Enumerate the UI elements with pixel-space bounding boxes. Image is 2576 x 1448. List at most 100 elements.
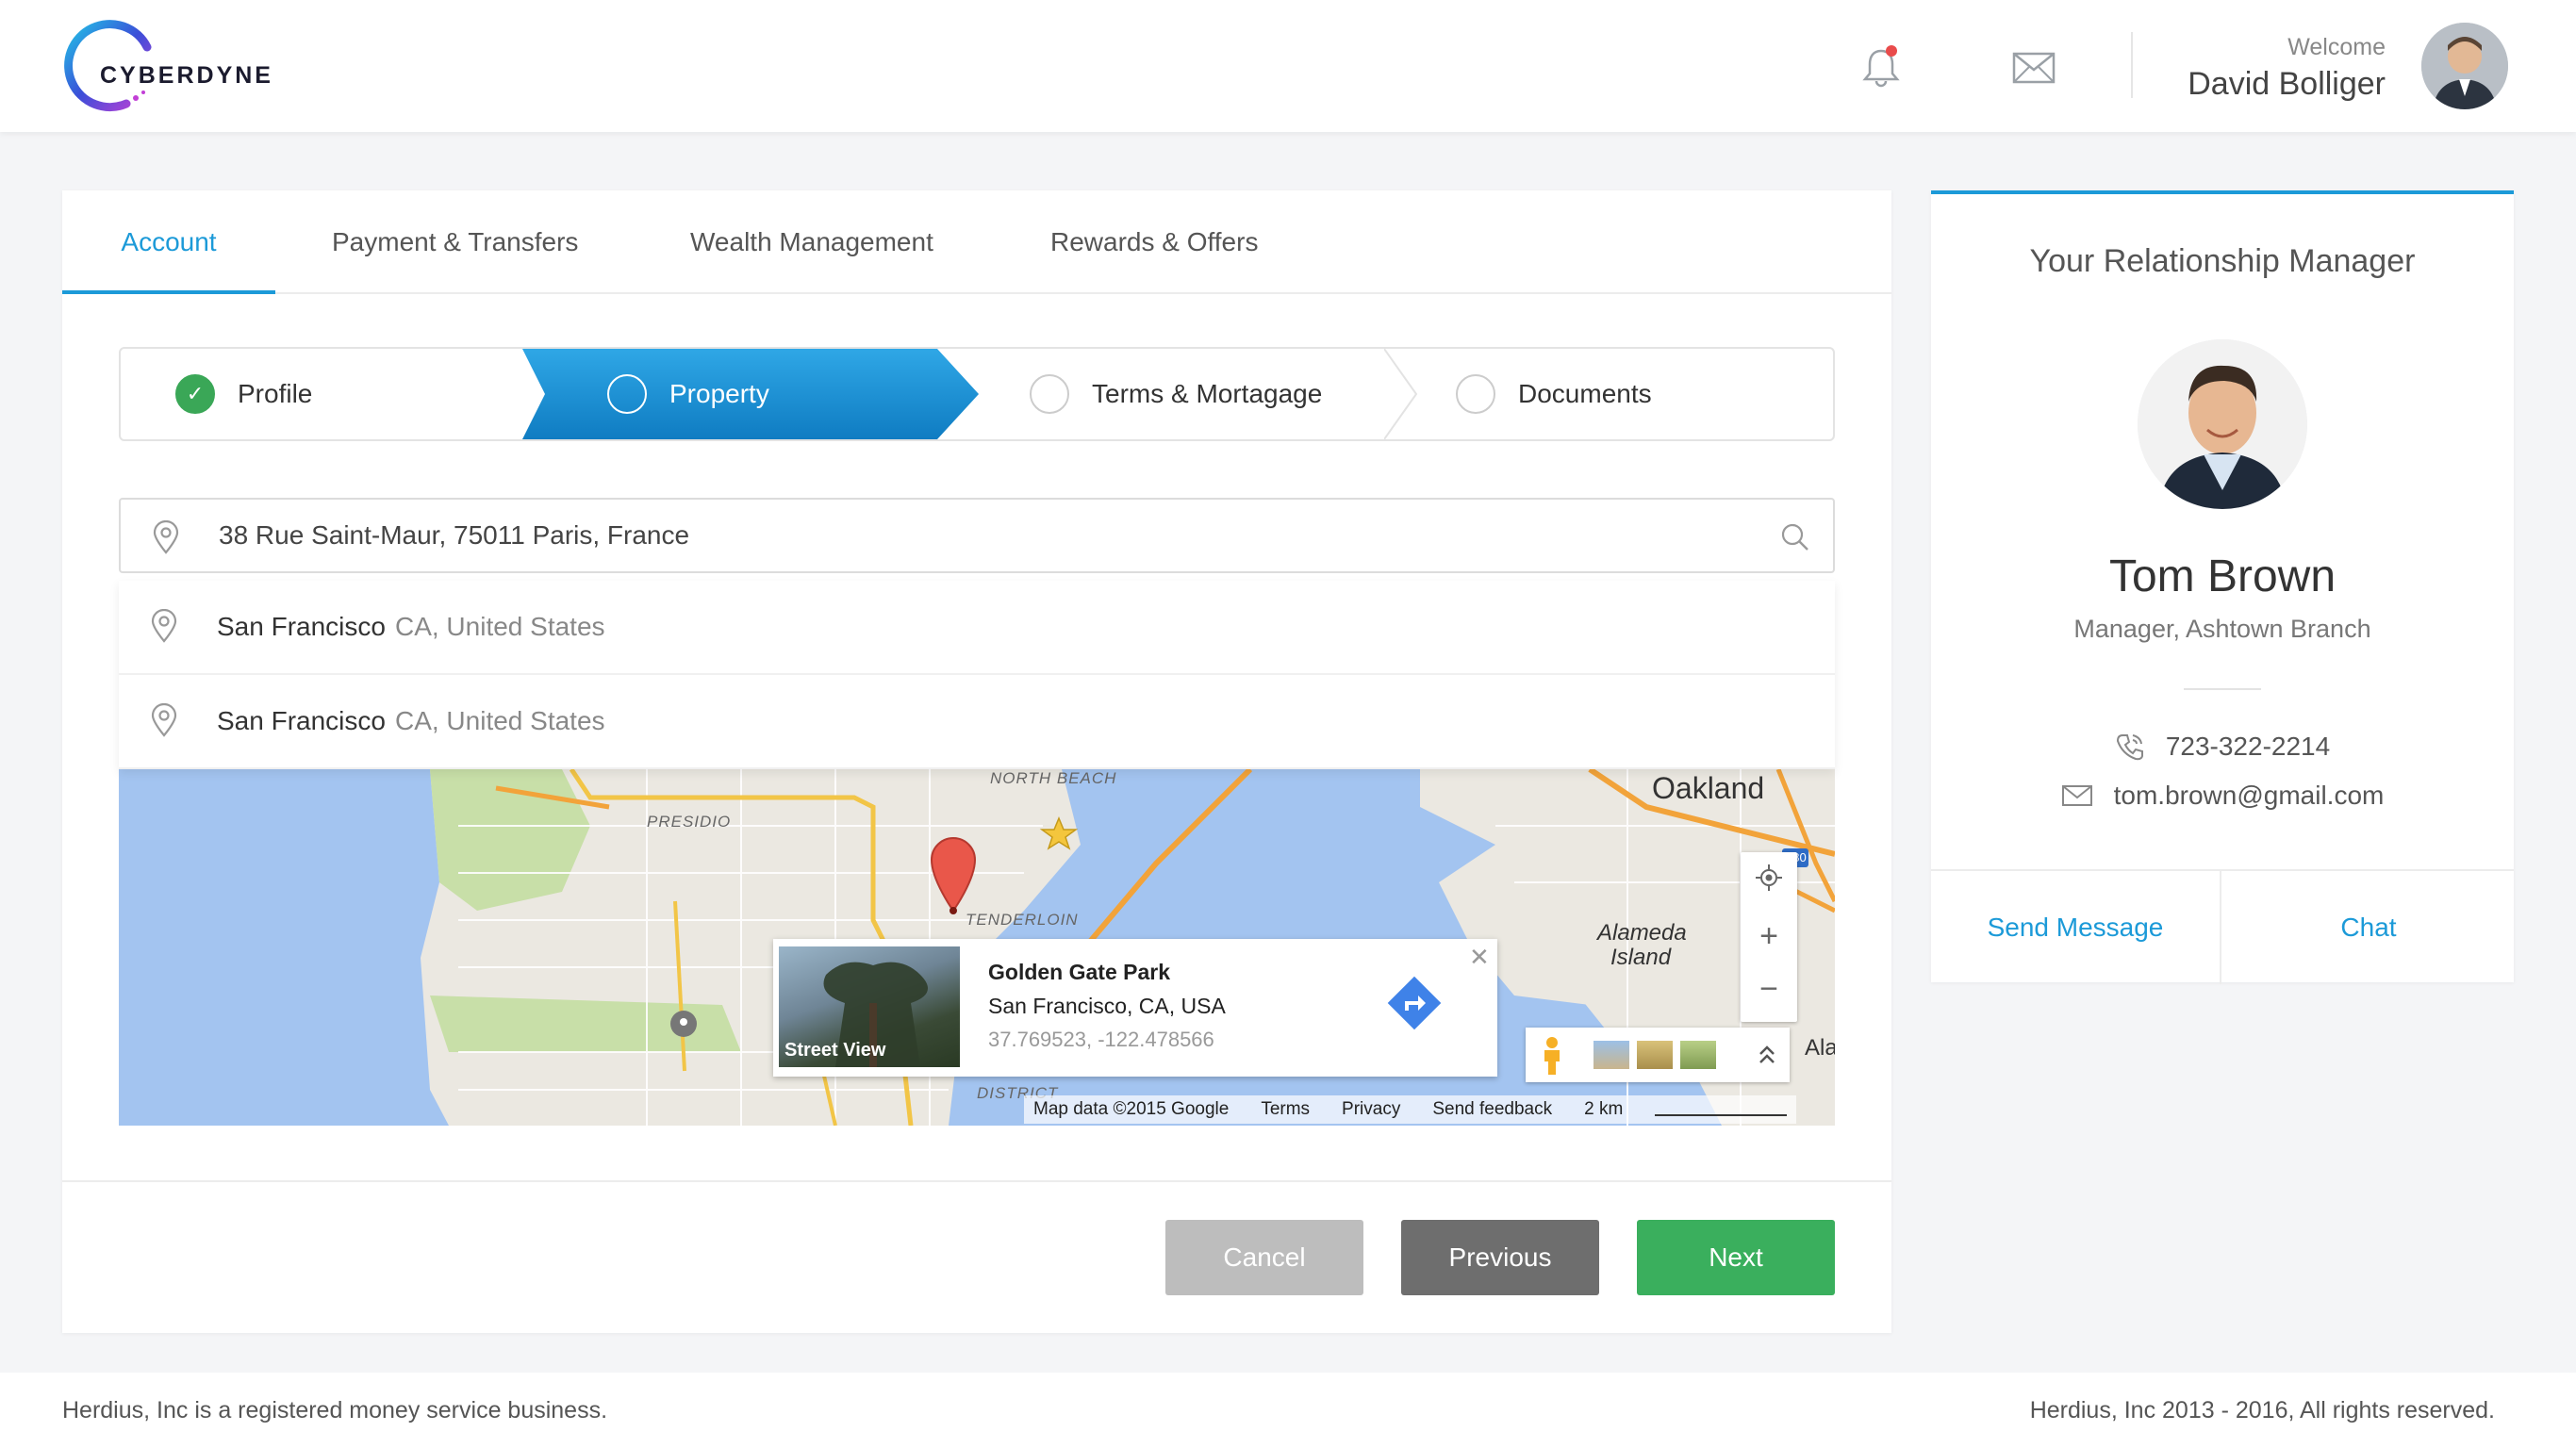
step-separator bbox=[1384, 349, 1418, 439]
welcome-label: Welcome bbox=[2287, 34, 2386, 60]
tab-payment-transfers[interactable]: Payment & Transfers bbox=[332, 190, 578, 294]
suggestion-text: San Francisco CA, United States bbox=[217, 612, 605, 642]
map-feedback-link[interactable]: Send feedback bbox=[1432, 1095, 1552, 1124]
header-divider bbox=[2131, 32, 2133, 98]
address-search[interactable] bbox=[119, 498, 1835, 573]
step-circle-icon bbox=[1030, 374, 1069, 414]
map-label-north-beach: NORTH BEACH bbox=[990, 769, 1117, 787]
street-view-thumbnail[interactable]: Street View bbox=[779, 946, 960, 1067]
brand-logo[interactable]: CYBERDYNE bbox=[57, 15, 283, 119]
relationship-manager-card: Your Relationship Manager Tom Brown Mana… bbox=[1931, 190, 2514, 984]
brand-name: CYBERDYNE bbox=[100, 62, 273, 89]
manager-phone-text: 723-322-2214 bbox=[2165, 732, 2331, 761]
step-property-label: Property bbox=[669, 379, 769, 408]
map-label-island: Island bbox=[1610, 945, 1672, 970]
map-type-earth[interactable] bbox=[1680, 1041, 1716, 1069]
next-button[interactable]: Next bbox=[1637, 1220, 1835, 1295]
manager-email[interactable]: tom.brown@gmail.com bbox=[1931, 781, 2514, 811]
page-footer: Herdius, Inc is a registered money servi… bbox=[0, 1373, 2576, 1448]
manager-phone[interactable]: 723-322-2214 bbox=[1931, 732, 2514, 762]
user-name[interactable]: David Bolliger bbox=[2188, 66, 2386, 103]
step-profile[interactable]: ✓ Profile bbox=[175, 349, 312, 439]
place-info-card[interactable]: Street View Golden Gate Park San Francis… bbox=[773, 939, 1497, 1077]
chat-button[interactable]: Chat bbox=[2223, 871, 2514, 984]
map-type-satellite[interactable] bbox=[1593, 1041, 1629, 1069]
application-card: Account Payment & Transfers Wealth Manag… bbox=[62, 190, 1891, 1333]
pegman-icon[interactable] bbox=[1539, 1035, 1565, 1075]
street-view-label: Street View bbox=[784, 1040, 886, 1061]
notification-dot bbox=[1886, 45, 1897, 57]
manager-card-title: Your Relationship Manager bbox=[2029, 243, 2416, 279]
main-tabs: Account Payment & Transfers Wealth Manag… bbox=[62, 190, 1891, 294]
manager-email-text: tom.brown@gmail.com bbox=[2113, 781, 2385, 810]
suggestion-text: San Francisco CA, United States bbox=[217, 706, 605, 736]
cancel-button[interactable]: Cancel bbox=[1165, 1220, 1363, 1295]
map-label-ala: Ala bbox=[1805, 1035, 1835, 1061]
search-icon[interactable] bbox=[1780, 522, 1810, 552]
suggestion-item[interactable]: San Francisco CA, United States bbox=[119, 675, 1835, 769]
map-privacy-link[interactable]: Privacy bbox=[1342, 1095, 1400, 1124]
tab-rewards-offers[interactable]: Rewards & Offers bbox=[1050, 190, 1258, 294]
expand-icon[interactable] bbox=[1756, 1043, 1778, 1067]
map-label-oakland: Oakland bbox=[1652, 771, 1765, 805]
map-data-text: Map data ©2015 Google bbox=[1033, 1099, 1230, 1119]
phone-icon bbox=[2116, 734, 2143, 761]
location-pin-icon bbox=[153, 520, 179, 554]
manager-name: Tom Brown bbox=[2108, 551, 2337, 601]
tab-account[interactable]: Account bbox=[62, 190, 275, 294]
tab-wealth-management[interactable]: Wealth Management bbox=[690, 190, 933, 294]
suggestion-region: CA, United States bbox=[394, 706, 605, 735]
suggestion-city: San Francisco bbox=[217, 612, 386, 641]
step-documents-label: Documents bbox=[1518, 379, 1652, 408]
place-address: San Francisco, CA, USA bbox=[988, 994, 1226, 1018]
mail-icon[interactable] bbox=[2012, 51, 2056, 85]
address-suggestions: San Francisco CA, United States San Franc… bbox=[119, 581, 1835, 769]
suggestion-region: CA, United States bbox=[394, 612, 605, 641]
user-avatar-icon bbox=[2421, 23, 2508, 109]
send-message-button[interactable]: Send Message bbox=[1931, 871, 2221, 984]
map-attribution: Map data ©2015 Google Terms Privacy Send… bbox=[1024, 1095, 1797, 1124]
place-title: Golden Gate Park bbox=[988, 960, 1171, 984]
step-property[interactable]: Property bbox=[607, 349, 769, 439]
locate-button[interactable] bbox=[1741, 852, 1797, 903]
map-terms-link[interactable]: Terms bbox=[1261, 1095, 1310, 1124]
step-documents[interactable]: Documents bbox=[1456, 349, 1652, 439]
suggestion-item[interactable]: San Francisco CA, United States bbox=[119, 581, 1835, 675]
top-header: CYBERDYNE Welcome David Bolliger bbox=[0, 0, 2576, 132]
map-scale-bar bbox=[1655, 1095, 1788, 1116]
crosshair-icon bbox=[1756, 864, 1782, 891]
address-input[interactable] bbox=[219, 500, 1727, 571]
directions-icon[interactable] bbox=[1386, 975, 1443, 1031]
manager-avatar bbox=[2138, 339, 2307, 509]
map-label-tenderloin: TENDERLOIN bbox=[966, 911, 1079, 929]
mail-icon bbox=[2061, 785, 2092, 806]
step-circle-icon bbox=[607, 374, 647, 414]
location-pin-icon bbox=[151, 703, 177, 737]
step-terms-label: Terms & Mortagage bbox=[1092, 379, 1323, 408]
step-profile-label: Profile bbox=[238, 379, 313, 408]
user-avatar[interactable] bbox=[2421, 23, 2508, 109]
map-type-terrain[interactable] bbox=[1637, 1041, 1673, 1069]
map-label-presidio: PRESIDIO bbox=[647, 813, 732, 831]
suggestion-city: San Francisco bbox=[217, 706, 386, 735]
manager-separator bbox=[2184, 688, 2261, 690]
check-icon: ✓ bbox=[175, 374, 215, 414]
close-icon[interactable]: ✕ bbox=[1469, 943, 1490, 972]
manager-actions: Send Message Chat bbox=[1931, 869, 2514, 984]
zoom-out-button[interactable]: − bbox=[1741, 963, 1797, 1014]
map-controls: + − bbox=[1741, 852, 1797, 1022]
step-circle-icon bbox=[1456, 374, 1495, 414]
map-type-bar bbox=[1526, 1028, 1790, 1082]
footer-copyright: Herdius, Inc 2013 - 2016, All rights res… bbox=[2029, 1397, 2495, 1423]
progress-stepper: ✓ Profile Property Terms & Mortagage Doc… bbox=[119, 347, 1835, 441]
footer-disclaimer: Herdius, Inc is a registered money servi… bbox=[62, 1397, 608, 1423]
manager-role: Manager, Ashtown Branch bbox=[2073, 615, 2371, 643]
location-map[interactable]: Oakland Alameda Island PRESIDIO NORTH BE… bbox=[119, 769, 1835, 1126]
footer-divider bbox=[62, 1180, 1891, 1182]
previous-button[interactable]: Previous bbox=[1401, 1220, 1599, 1295]
location-pin-icon bbox=[151, 609, 177, 643]
place-coordinates: 37.769523, -122.478566 bbox=[988, 1028, 1214, 1051]
step-terms-mortgage[interactable]: Terms & Mortagage bbox=[1030, 349, 1322, 439]
manager-avatar-icon bbox=[2138, 339, 2307, 509]
zoom-in-button[interactable]: + bbox=[1741, 911, 1797, 962]
